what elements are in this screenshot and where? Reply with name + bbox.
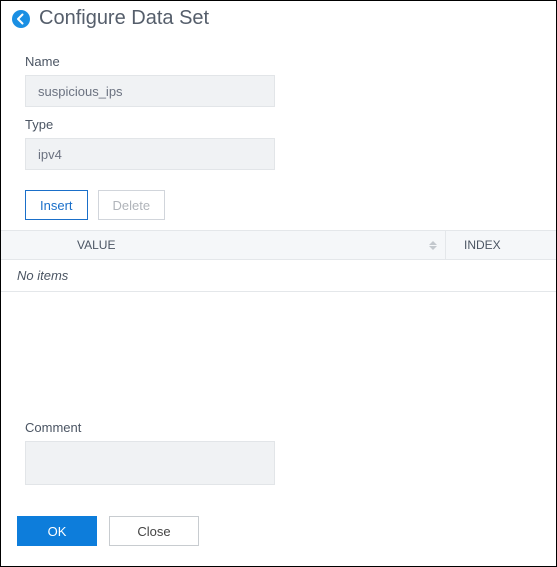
dialog-header: Configure Data Set (1, 1, 556, 34)
dialog-title: Configure Data Set (39, 7, 209, 30)
comment-label: Comment (25, 420, 532, 435)
name-input[interactable] (25, 75, 275, 107)
table-header-value[interactable]: VALUE (65, 231, 446, 259)
table-header-row: VALUE INDEX (1, 230, 556, 260)
column-label-value: VALUE (77, 238, 115, 252)
table-toolbar: Insert Delete (25, 190, 532, 220)
comment-section: Comment (1, 410, 556, 504)
configure-data-set-dialog: Configure Data Set Name Type Insert Dele… (0, 0, 557, 567)
back-arrow-icon[interactable] (11, 9, 31, 29)
type-input[interactable] (25, 138, 275, 170)
insert-button[interactable]: Insert (25, 190, 88, 220)
table-empty-message: No items (1, 260, 556, 292)
delete-button: Delete (98, 190, 166, 220)
data-table: VALUE INDEX No items (1, 230, 556, 292)
dialog-body: Name Type Insert Delete VALUE INDEX (1, 34, 556, 410)
close-button[interactable]: Close (109, 516, 199, 546)
sort-icon[interactable] (429, 241, 437, 250)
table-header-index[interactable]: INDEX (446, 238, 556, 252)
type-label: Type (25, 117, 532, 132)
ok-button[interactable]: OK (17, 516, 97, 546)
column-label-index: INDEX (464, 238, 501, 252)
comment-textarea[interactable] (25, 441, 275, 485)
name-label: Name (25, 54, 532, 69)
spacer (25, 292, 532, 410)
dialog-footer: OK Close (1, 504, 556, 566)
